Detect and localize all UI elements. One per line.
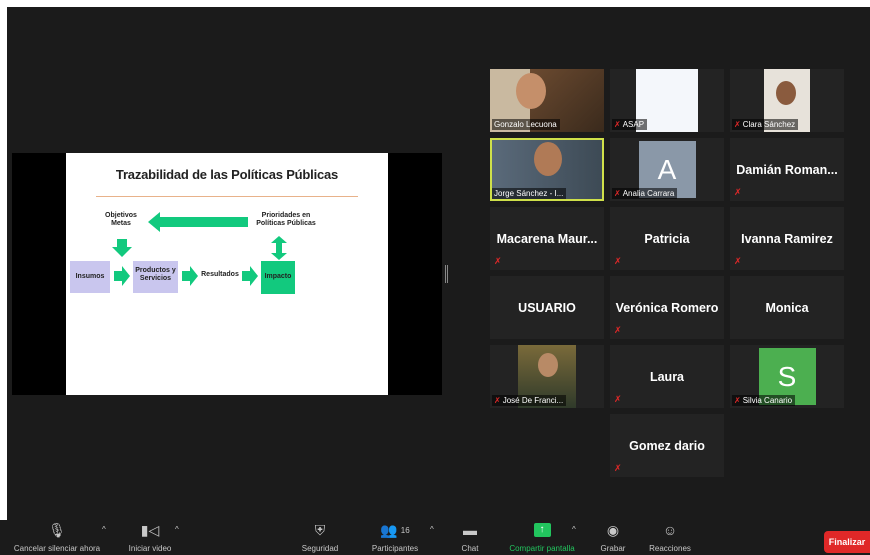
mic-muted-icon: ✗ xyxy=(494,256,502,266)
participant-name: Damián Roman... xyxy=(736,162,838,177)
participant-tile[interactable]: USUARIO xyxy=(490,276,604,339)
participant-tile[interactable]: A ✗ Analia Carrara xyxy=(610,138,724,201)
end-meeting-button[interactable]: Finalizar xyxy=(824,531,870,553)
participant-name-tag: Gonzalo Lecuona xyxy=(492,119,560,130)
slide-label-productos: Productos y Servicios xyxy=(135,267,176,282)
mic-muted-icon: ✗ xyxy=(734,396,741,405)
smiley-icon: ☺ xyxy=(662,522,678,538)
person-face xyxy=(538,353,558,377)
mic-muted-icon: ✗ xyxy=(614,256,622,266)
right-arrow-icon xyxy=(114,266,130,286)
participant-tile[interactable]: Laura ✗ xyxy=(610,345,724,408)
shared-screen[interactable]: Trazabilidad de las Políticas Públicas O… xyxy=(12,153,442,395)
mic-muted-icon: ✗ xyxy=(614,463,622,473)
record-icon: ◉ xyxy=(606,521,620,538)
person-face xyxy=(776,81,796,105)
participant-tile[interactable]: Verónica Romero ✗ xyxy=(610,276,724,339)
participant-tile[interactable]: Ivanna Ramirez ✗ xyxy=(730,207,844,270)
participant-name: Ivanna Ramirez xyxy=(741,231,833,246)
person-face xyxy=(516,73,546,109)
participant-name: USUARIO xyxy=(518,300,576,315)
chat-button[interactable]: ▬ Chat xyxy=(454,520,486,555)
mic-muted-icon: ✗ xyxy=(734,120,741,129)
window-left-edge xyxy=(0,0,7,555)
participant-tile[interactable]: ✗ Clara Sánchez xyxy=(730,69,844,132)
mic-muted-icon: ✗ xyxy=(614,189,621,198)
participant-tile[interactable]: ✗ José De Franci... xyxy=(490,345,604,408)
participant-tile[interactable]: Gomez dario ✗ xyxy=(610,414,724,477)
participant-name: Macarena Maur... xyxy=(496,231,598,246)
participant-name-tag: ✗ José De Franci... xyxy=(492,395,567,406)
participant-name: Gomez dario xyxy=(629,438,705,453)
participant-tile[interactable]: Gonzalo Lecuona xyxy=(490,69,604,132)
participant-name-tag: ✗ Silvia Canario xyxy=(732,395,796,406)
presentation-slide: Trazabilidad de las Políticas Públicas O… xyxy=(66,153,388,395)
participant-name: Patricia xyxy=(644,231,690,246)
participant-tile[interactable]: Patricia ✗ xyxy=(610,207,724,270)
double-arrow-icon xyxy=(271,236,287,260)
participant-tile[interactable]: ✗ ASAP xyxy=(610,69,724,132)
slide-label-insumos: Insumos xyxy=(75,273,105,280)
participant-tile[interactable]: Damián Roman... ✗ xyxy=(730,138,844,201)
slide-label-resultados: Resultados xyxy=(201,271,239,278)
chevron-up-icon[interactable]: ^ xyxy=(572,525,576,534)
mic-muted-icon: ✗ xyxy=(494,396,501,405)
participant-tile[interactable]: S ✗ Silvia Canario xyxy=(730,345,844,408)
reactions-button[interactable]: ☺ Reacciones xyxy=(644,520,696,555)
shield-icon: ⛨ xyxy=(314,521,326,538)
participants-button[interactable]: 👥 16 Participantes xyxy=(364,520,426,555)
participant-name-tag: ✗ Clara Sánchez xyxy=(732,119,799,130)
window-top-edge xyxy=(0,0,870,7)
down-arrow-icon xyxy=(112,239,132,257)
participants-count: 16 xyxy=(400,525,410,535)
chat-icon: ▬ xyxy=(463,522,477,538)
slide-title: Trazabilidad de las Políticas Públicas xyxy=(115,167,339,182)
slide-title-rule xyxy=(96,196,358,197)
meeting-toolbar: 🎙 Cancelar silenciar ahora ^ ▮◁ Iniciar … xyxy=(0,520,870,555)
chevron-up-icon[interactable]: ^ xyxy=(430,525,434,534)
left-arrow-icon xyxy=(148,212,248,232)
mic-muted-icon: ✗ xyxy=(614,120,621,129)
mic-muted-icon: ✗ xyxy=(734,256,742,266)
participant-name: Verónica Romero xyxy=(615,300,719,315)
slide-label-prioridades: Prioridades en Políticas Públicas xyxy=(256,212,316,227)
person-face xyxy=(534,142,562,176)
participant-name-tag: Jorge Sánchez - I... xyxy=(492,188,567,199)
start-video-button[interactable]: ▮◁ Iniciar video xyxy=(120,520,180,555)
record-button[interactable]: ◉ Grabar xyxy=(596,520,630,555)
participant-tile-active-speaker[interactable]: Jorge Sánchez - I... xyxy=(490,138,604,201)
right-arrow-icon xyxy=(182,266,198,286)
participant-name: Monica xyxy=(765,300,809,315)
mic-muted-icon: ✗ xyxy=(614,394,622,404)
participant-name-tag: ✗ Analia Carrara xyxy=(612,188,678,199)
security-button[interactable]: ⛨ Seguridad xyxy=(294,520,346,555)
unmute-button[interactable]: 🎙 Cancelar silenciar ahora xyxy=(8,520,106,555)
split-drag-handle[interactable] xyxy=(445,265,448,283)
right-arrow-icon xyxy=(242,266,258,286)
participant-name: Laura xyxy=(649,369,685,384)
participant-name-tag: ✗ ASAP xyxy=(612,119,648,130)
participant-tile[interactable]: Monica xyxy=(730,276,844,339)
share-arrow-icon: ↑ xyxy=(533,523,551,537)
video-off-icon: ▮◁ xyxy=(140,521,160,538)
chevron-up-icon[interactable]: ^ xyxy=(175,525,179,534)
mic-muted-icon: 🎙 xyxy=(48,521,66,538)
mic-muted-icon: ✗ xyxy=(614,325,622,335)
participants-icon: 👥 xyxy=(380,521,398,538)
mic-muted-icon: ✗ xyxy=(734,187,742,197)
slide-label-objetivos: Objetivos Metas xyxy=(105,212,137,227)
slide-label-impacto: Impacto xyxy=(264,273,292,280)
chevron-up-icon[interactable]: ^ xyxy=(102,525,106,534)
participant-tile[interactable]: Macarena Maur... ✗ xyxy=(490,207,604,270)
